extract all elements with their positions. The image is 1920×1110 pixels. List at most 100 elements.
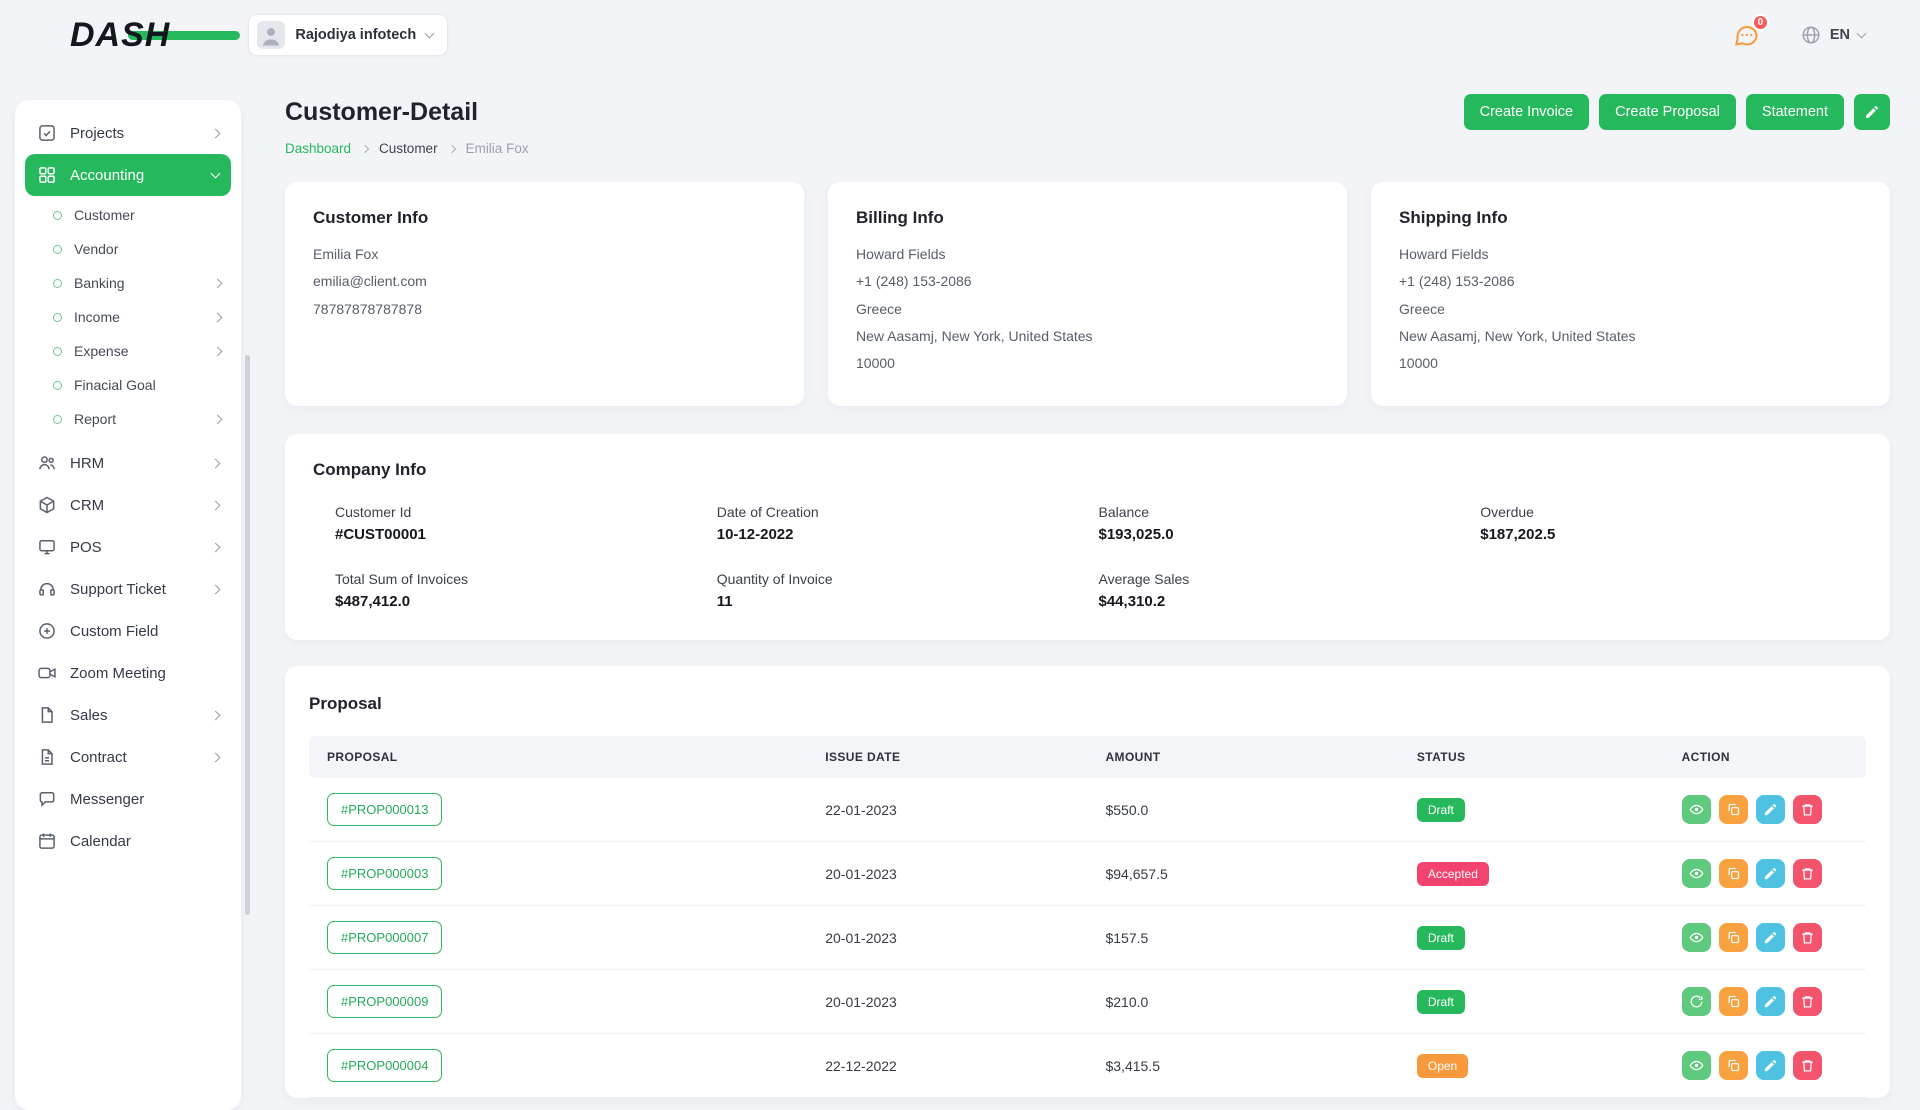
messages-button[interactable]: 0 (1732, 20, 1762, 50)
company-selector[interactable]: Rajodiya infotech (248, 14, 448, 56)
sidebar-item-custom-field[interactable]: Custom Field (25, 610, 231, 652)
edit-button[interactable] (1756, 859, 1785, 888)
eye-icon (1689, 1058, 1704, 1073)
sidebar-item-hrm[interactable]: HRM (25, 442, 231, 484)
delete-button[interactable] (1793, 795, 1822, 824)
delete-button[interactable] (1793, 923, 1822, 952)
breadcrumb-dashboard-link[interactable]: Dashboard (285, 141, 351, 156)
chat-icon (37, 789, 57, 809)
view-button[interactable] (1682, 923, 1711, 952)
duplicate-button[interactable] (1719, 795, 1748, 824)
file-text-icon (37, 747, 57, 767)
chevron-right-icon (213, 312, 223, 322)
dot-icon (53, 245, 62, 254)
create-proposal-button[interactable]: Create Proposal (1599, 94, 1736, 130)
top-header: DASH Rajodiya infotech 0 EN (0, 0, 1920, 70)
billing-info-card: Billing Info Howard Fields +1 (248) 153-… (828, 182, 1347, 406)
pencil-icon (1763, 1058, 1778, 1073)
duplicate-button[interactable] (1719, 859, 1748, 888)
edit-button[interactable] (1756, 987, 1785, 1016)
breadcrumb-customer-link[interactable]: Customer (379, 141, 438, 156)
file-icon (37, 705, 57, 725)
monitor-icon (37, 537, 57, 557)
chevron-right-icon (211, 458, 221, 468)
duplicate-button[interactable] (1719, 987, 1748, 1016)
sidebar-item-projects[interactable]: Projects (25, 112, 231, 154)
sidebar-item-support-ticket[interactable]: Support Ticket (25, 568, 231, 610)
sidebar-subitem-banking[interactable]: Banking (41, 266, 231, 300)
issue-date: 20-01-2023 (807, 842, 1087, 906)
proposal-table: PROPOSAL ISSUE DATE AMOUNT STATUS ACTION… (309, 736, 1866, 1098)
language-label: EN (1830, 27, 1850, 43)
create-invoice-button[interactable]: Create Invoice (1464, 94, 1590, 130)
sidebar-subitem-income[interactable]: Income (41, 300, 231, 334)
duplicate-button[interactable] (1719, 1051, 1748, 1080)
trash-icon (1800, 802, 1815, 817)
chevron-right-icon (213, 346, 223, 356)
copy-icon (1726, 866, 1741, 881)
field-customer-id: Customer Id #CUST00001 (335, 504, 717, 543)
duplicate-button[interactable] (1719, 923, 1748, 952)
sidebar-scrollbar[interactable] (245, 355, 250, 915)
field-quantity-invoice: Quantity of Invoice 11 (717, 571, 1099, 610)
chevron-right-icon (213, 278, 223, 288)
sidebar-item-zoom-meeting[interactable]: Zoom Meeting (25, 652, 231, 694)
dot-icon (53, 279, 62, 288)
table-header-row: PROPOSAL ISSUE DATE AMOUNT STATUS ACTION (309, 736, 1866, 778)
delete-button[interactable] (1793, 859, 1822, 888)
messages-count-badge: 0 (1752, 14, 1769, 31)
sidebar: Projects Accounting Customer Vendor Bank… (15, 100, 241, 1110)
sidebar-item-contract[interactable]: Contract (25, 736, 231, 778)
proposal-link[interactable]: #PROP000009 (327, 985, 442, 1018)
sidebar-item-messenger[interactable]: Messenger (25, 778, 231, 820)
chevron-right-icon (211, 542, 221, 552)
sidebar-subitem-expense[interactable]: Expense (41, 334, 231, 368)
customer-email: emilia@client.com (313, 271, 776, 291)
sidebar-subitem-vendor[interactable]: Vendor (41, 232, 231, 266)
customer-info-title: Customer Info (313, 208, 776, 228)
proposal-link[interactable]: #PROP000003 (327, 857, 442, 890)
sidebar-subitem-report[interactable]: Report (41, 402, 231, 436)
proposal-link[interactable]: #PROP000007 (327, 921, 442, 954)
language-selector[interactable]: EN (1800, 24, 1865, 46)
convert-button[interactable] (1682, 987, 1711, 1016)
sidebar-item-calendar[interactable]: Calendar (25, 820, 231, 862)
issue-date: 22-01-2023 (807, 778, 1087, 842)
sidebar-subitem-finacial-goal[interactable]: Finacial Goal (41, 368, 231, 402)
col-action: ACTION (1664, 736, 1866, 778)
company-avatar (257, 21, 285, 49)
status-badge: Accepted (1417, 862, 1489, 886)
edit-button[interactable] (1756, 1051, 1785, 1080)
view-button[interactable] (1682, 795, 1711, 824)
logo-text: DASH (70, 16, 170, 54)
copy-icon (1726, 994, 1741, 1009)
sidebar-item-pos[interactable]: POS (25, 526, 231, 568)
eye-icon (1689, 802, 1704, 817)
proposal-card: Proposal PROPOSAL ISSUE DATE AMOUNT STAT… (285, 666, 1890, 1098)
delete-button[interactable] (1793, 987, 1822, 1016)
sidebar-subitem-customer[interactable]: Customer (41, 198, 231, 232)
proposal-link[interactable]: #PROP000004 (327, 1049, 442, 1082)
dot-icon (53, 313, 62, 322)
edit-button[interactable] (1756, 795, 1785, 824)
sidebar-item-sales[interactable]: Sales (25, 694, 231, 736)
sidebar-item-crm[interactable]: CRM (25, 484, 231, 526)
shipping-country: Greece (1399, 299, 1862, 319)
cube-icon (37, 495, 57, 515)
delete-button[interactable] (1793, 1051, 1822, 1080)
table-row: #PROP000007 20-01-2023 $157.5 Draft (309, 906, 1866, 970)
edit-button[interactable] (1756, 923, 1785, 952)
statement-button[interactable]: Statement (1746, 94, 1844, 130)
company-name: Rajodiya infotech (295, 27, 416, 43)
proposal-link[interactable]: #PROP000013 (327, 793, 442, 826)
edit-customer-button[interactable] (1854, 94, 1890, 130)
issue-date: 22-12-2022 (807, 1034, 1087, 1098)
chevron-right-icon (213, 414, 223, 424)
issue-date: 20-01-2023 (807, 906, 1087, 970)
app-logo[interactable]: DASH (70, 16, 170, 55)
billing-country: Greece (856, 299, 1319, 319)
view-button[interactable] (1682, 1051, 1711, 1080)
view-button[interactable] (1682, 859, 1711, 888)
sidebar-item-accounting[interactable]: Accounting (25, 154, 231, 196)
col-issue-date: ISSUE DATE (807, 736, 1087, 778)
